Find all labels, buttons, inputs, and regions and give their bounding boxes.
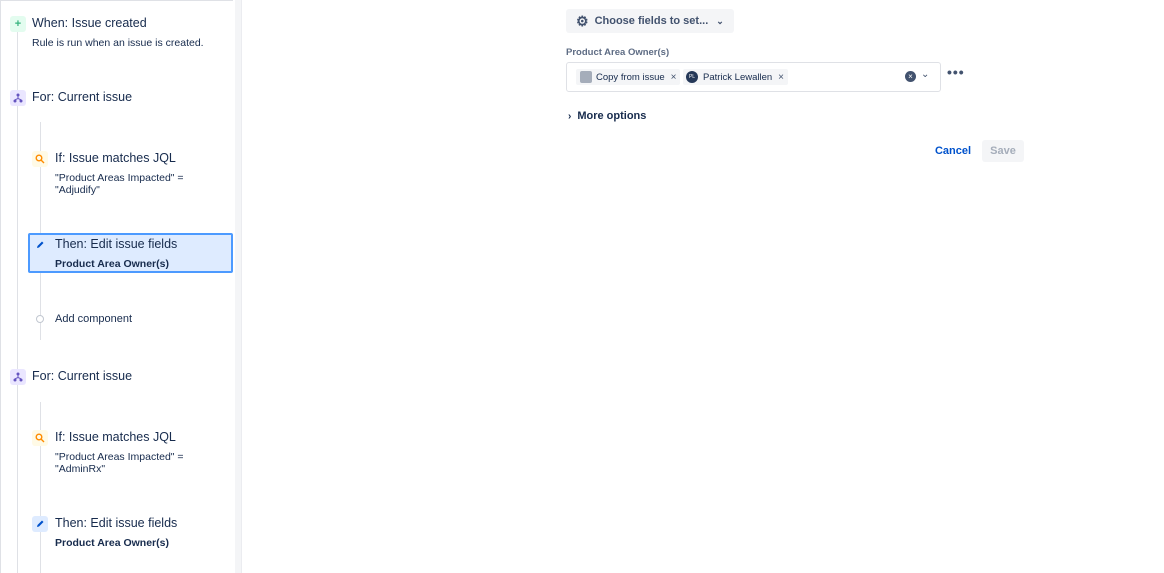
more-options-toggle[interactable]: › More options (568, 110, 646, 122)
branch-title: For: Current issue (32, 90, 133, 104)
branch-icon (10, 90, 26, 106)
branch-icon (10, 369, 26, 385)
cancel-button[interactable]: Cancel (930, 140, 976, 162)
divider (1, 0, 233, 1)
remove-chip-icon[interactable]: × (671, 72, 677, 83)
connector-line (17, 32, 18, 573)
chevron-right-icon: › (568, 110, 572, 122)
condition-jql-line2: "Adjudify" (55, 184, 100, 196)
choose-fields-button[interactable]: ⚙ Choose fields to set... ⌄ (566, 9, 734, 33)
avatar: PL (686, 71, 698, 83)
user-placeholder-icon (580, 71, 592, 83)
save-button[interactable]: Save (982, 140, 1024, 162)
action-subtitle: Product Area Owner(s) (55, 258, 169, 270)
add-component-label: Add component (55, 313, 133, 325)
owners-multi-select[interactable]: Copy from issue × PL Patrick Lewallen × … (566, 62, 941, 92)
pencil-icon (32, 516, 48, 532)
chevron-down-icon[interactable]: ⌄ (921, 69, 929, 80)
condition-jql-line1: "Product Areas Impacted" = (55, 451, 184, 463)
choose-fields-label: Choose fields to set... (594, 15, 709, 27)
rule-sidebar: + When: Issue created Rule is run when a… (0, 0, 236, 573)
condition-title: If: Issue matches JQL (55, 151, 176, 165)
more-options-label: More options (577, 110, 647, 122)
panel-scrollbar[interactable] (235, 0, 242, 573)
chip-copy-from-issue: Copy from issue × (576, 69, 681, 85)
action-title: Then: Edit issue fields (55, 237, 178, 251)
action-subtitle: Product Area Owner(s) (55, 537, 169, 549)
trigger-subtitle: Rule is run when an issue is created. (32, 37, 204, 49)
field-label: Product Area Owner(s) (566, 47, 670, 58)
chip-label: Patrick Lewallen (703, 71, 773, 83)
chip-label: Copy from issue (596, 71, 665, 83)
trigger-title: When: Issue created (32, 16, 147, 30)
chip-user: PL Patrick Lewallen × (683, 69, 789, 85)
search-icon (32, 151, 48, 167)
gear-icon: ⚙ (576, 12, 589, 29)
pencil-icon (32, 237, 48, 253)
plus-icon: + (10, 16, 26, 32)
condition-title: If: Issue matches JQL (55, 430, 176, 444)
more-actions-icon[interactable]: ••• (947, 64, 965, 80)
search-icon (32, 430, 48, 446)
action-title: Then: Edit issue fields (55, 516, 178, 530)
remove-chip-icon[interactable]: × (778, 72, 784, 83)
condition-jql-line2: "AdminRx" (55, 463, 106, 475)
chevron-down-icon: ⌄ (716, 15, 724, 26)
connector-line (40, 402, 41, 573)
branch-title: For: Current issue (32, 369, 133, 383)
clear-icon[interactable]: × (905, 71, 916, 82)
add-dot-icon (36, 315, 44, 323)
condition-jql-line1: "Product Areas Impacted" = (55, 172, 184, 184)
